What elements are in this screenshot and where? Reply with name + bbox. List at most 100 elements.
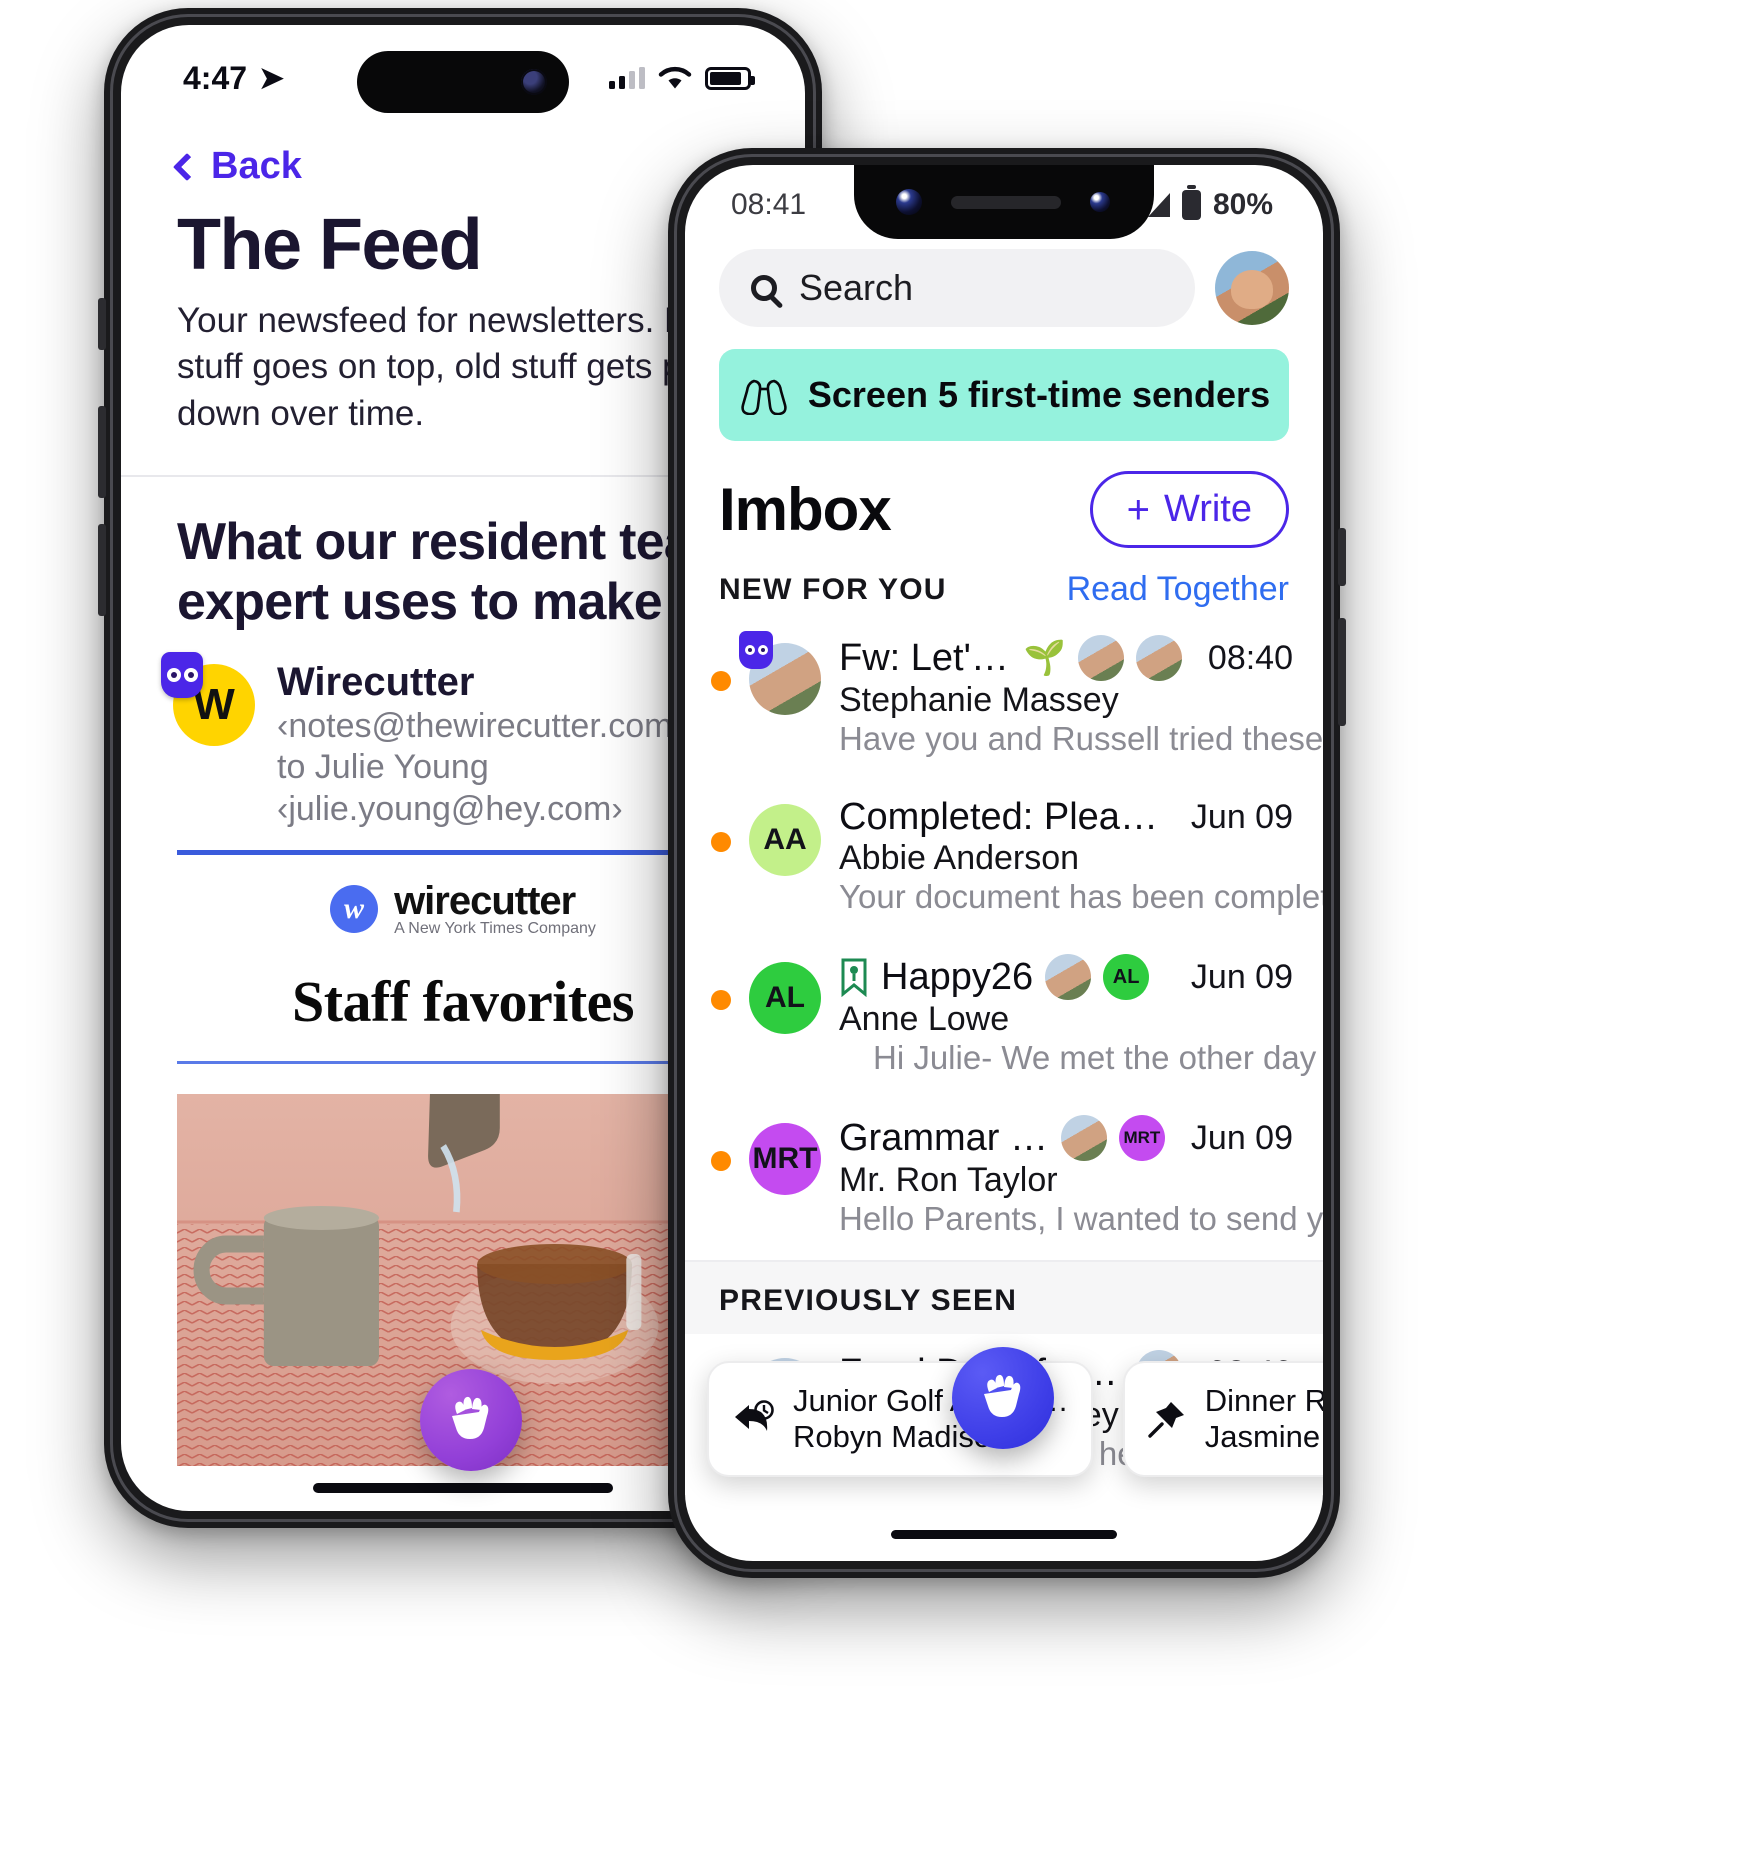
front-camera-icon bbox=[521, 69, 547, 95]
participant-avatar bbox=[1060, 1115, 1107, 1161]
left-phone-volume-down[interactable] bbox=[98, 524, 106, 616]
left-phone-mute-switch[interactable] bbox=[98, 298, 106, 350]
newsletter-tagline: A New York Times Company bbox=[394, 920, 596, 938]
wifi-icon bbox=[658, 66, 692, 89]
mail-sender: Mr. Ron Taylor bbox=[839, 1161, 1058, 1199]
subject-emoji: 🌱 bbox=[1023, 639, 1066, 677]
secondary-camera-icon bbox=[1090, 192, 1110, 212]
avatar-initials: MRT bbox=[752, 1142, 818, 1175]
notch bbox=[854, 165, 1154, 239]
participant-avatar: AL bbox=[1103, 954, 1150, 1000]
earpiece-speaker bbox=[951, 195, 1061, 209]
recipient-address: ‹julie.young@hey.com› bbox=[277, 789, 623, 828]
hands-waving-icon bbox=[984, 1374, 1021, 1417]
list-item[interactable]: AL Happy26 AL Jun 09 Anne Lowe Hi Julie-… bbox=[685, 938, 1323, 1099]
hands-waving-icon bbox=[452, 1396, 489, 1439]
mail-preview: Have you and Russell tried these new Oat… bbox=[839, 720, 1323, 757]
mail-time: Jun 09 bbox=[1190, 798, 1293, 836]
snooze-reply-icon bbox=[735, 1400, 774, 1431]
screener-shield-icon bbox=[161, 651, 203, 698]
marketing-stage: 4:47 ➤ Back The Feed Your newsfeed for n… bbox=[0, 0, 1740, 1851]
plus-icon: + bbox=[1126, 487, 1151, 532]
sender-address: ‹notes@thewirecutter.com› bbox=[277, 706, 684, 745]
left-home-indicator[interactable] bbox=[313, 1483, 613, 1493]
chevron-left-icon bbox=[172, 152, 202, 181]
section-label: NEW FOR YOU bbox=[719, 572, 947, 606]
battery-percent: 80% bbox=[1212, 188, 1273, 221]
participant-avatar bbox=[1045, 954, 1092, 1000]
screener-shield-icon bbox=[739, 631, 773, 669]
mail-sender: Abbie Anderson bbox=[839, 839, 1080, 877]
left-phone-volume-up[interactable] bbox=[98, 406, 106, 498]
imbox-header: Imbox + Write bbox=[685, 441, 1323, 552]
unread-dot bbox=[711, 671, 731, 691]
mail-subject: Happy26 bbox=[881, 955, 1034, 998]
right-phone-volume-button[interactable] bbox=[1338, 618, 1346, 726]
screener-banner[interactable]: Screen 5 first-time senders bbox=[719, 349, 1289, 441]
search-placeholder: Search bbox=[799, 267, 914, 308]
mail-preview: Hello Parents, I wanted to send you a vo… bbox=[839, 1200, 1323, 1237]
left-status-time: 4:47 bbox=[183, 59, 248, 96]
sender-avatar bbox=[739, 631, 821, 715]
location-arrow-icon: ➤ bbox=[259, 61, 285, 95]
mail-sender: Stephanie Massey bbox=[839, 681, 1119, 719]
battery-icon bbox=[1181, 185, 1201, 220]
avatar-initials: AL bbox=[765, 981, 805, 1014]
mail-preview: Hi Julie- We met the other day in line f… bbox=[873, 1039, 1323, 1076]
right-hey-fab[interactable] bbox=[952, 1347, 1054, 1449]
section-previously-seen: PREVIOUSLY SEEN bbox=[685, 1260, 1323, 1334]
card-subtitle: Jasmine Valenzuela bbox=[1204, 1419, 1323, 1454]
left-hey-fab[interactable] bbox=[420, 1369, 522, 1471]
right-status-time: 08:41 bbox=[731, 188, 807, 221]
card-title: Dinner Reservatio… bbox=[1204, 1383, 1323, 1418]
newsletter-bottom-rule bbox=[177, 1061, 749, 1065]
sender-name: Wirecutter bbox=[277, 659, 475, 704]
unread-dot bbox=[711, 832, 731, 852]
binoculars-icon bbox=[741, 379, 787, 415]
sender-avatar: AL bbox=[749, 962, 821, 1034]
right-phone-power-button[interactable] bbox=[1338, 528, 1346, 586]
search-input[interactable]: Search bbox=[719, 249, 1195, 327]
unread-dot bbox=[711, 1151, 731, 1171]
wirecutter-mark-icon: w bbox=[330, 884, 379, 933]
mail-subject: Completed: Please DocuSign: Lucky St... bbox=[839, 796, 1165, 838]
bookmark-flag-icon bbox=[841, 958, 867, 997]
battery-icon bbox=[705, 66, 755, 90]
search-row: Search bbox=[685, 239, 1323, 327]
unread-dot bbox=[711, 990, 731, 1010]
write-button[interactable]: + Write bbox=[1089, 471, 1289, 548]
participant-avatar bbox=[1135, 635, 1182, 681]
read-together-link[interactable]: Read Together bbox=[1067, 570, 1289, 609]
mail-time: Jun 09 bbox=[1190, 957, 1293, 996]
right-home-indicator[interactable] bbox=[891, 1530, 1117, 1539]
card-pinned[interactable]: Dinner Reservatio… Jasmine Valenzuela bbox=[1122, 1361, 1323, 1477]
sender-avatar: W bbox=[161, 651, 255, 746]
list-item[interactable]: AA Completed: Please DocuSign: Lucky St.… bbox=[685, 780, 1323, 938]
sender-avatar: MRT bbox=[749, 1123, 821, 1195]
sender-avatar: AA bbox=[749, 804, 821, 876]
mail-subject: Grammar Practice Guide bbox=[839, 1116, 1049, 1159]
mail-preview: Your document has been completedJulie Yo… bbox=[839, 878, 1323, 915]
mail-sender: Anne Lowe bbox=[839, 1000, 1010, 1038]
mail-time: 08:40 bbox=[1207, 638, 1293, 677]
newsletter-brand: wirecutter bbox=[394, 879, 576, 924]
section-new-for-you: NEW FOR YOU Read Together bbox=[685, 552, 1323, 619]
screener-banner-label: Screen 5 first-time senders bbox=[807, 374, 1271, 415]
search-icon bbox=[751, 275, 777, 301]
back-label: Back bbox=[211, 145, 302, 187]
avatar[interactable] bbox=[1215, 251, 1289, 325]
mail-subject: Fw: Let's talk sustainability bbox=[839, 636, 1012, 679]
mail-time: Jun 09 bbox=[1190, 1118, 1293, 1157]
participant-avatar bbox=[1077, 635, 1124, 681]
page-title: Imbox bbox=[719, 476, 892, 543]
dynamic-island bbox=[357, 51, 569, 113]
list-item[interactable]: Fw: Let's talk sustainability 🌱 08:40 St… bbox=[685, 619, 1323, 780]
front-camera-icon bbox=[896, 189, 922, 215]
write-label: Write bbox=[1164, 488, 1252, 530]
list-item[interactable]: MRT Grammar Practice Guide MRT Jun 09 Mr… bbox=[685, 1099, 1323, 1260]
signal-icon bbox=[609, 67, 645, 89]
recipient-line: to Julie Young bbox=[277, 748, 489, 787]
pin-icon bbox=[1148, 1402, 1184, 1438]
avatar-initials: AA bbox=[763, 823, 807, 856]
participant-avatar: MRT bbox=[1118, 1115, 1165, 1161]
